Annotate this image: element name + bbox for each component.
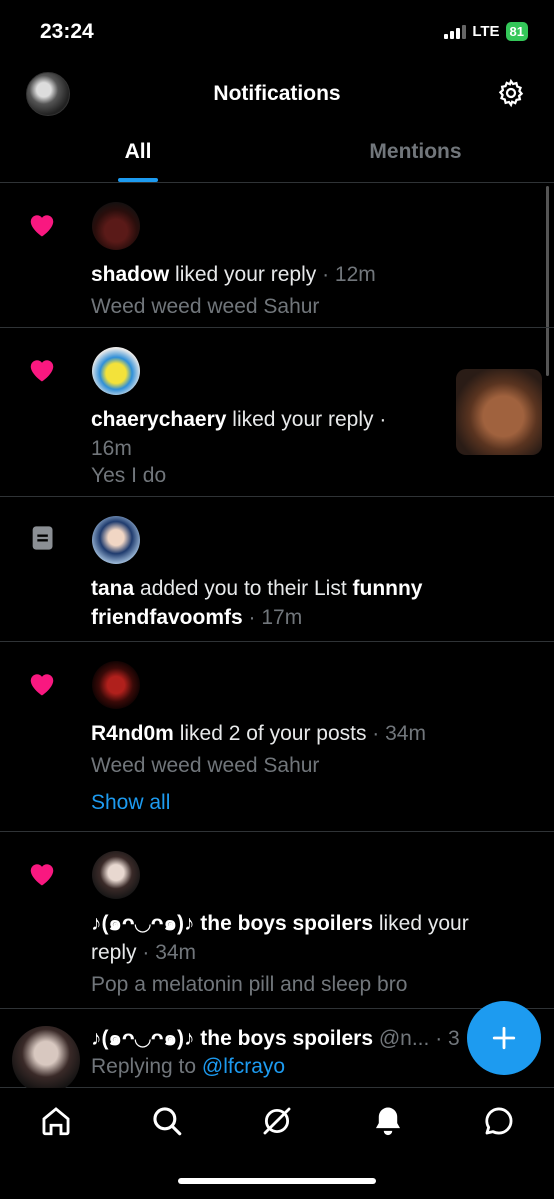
page-title: Notifications	[213, 82, 341, 105]
heart-icon	[30, 215, 54, 237]
home-icon[interactable]	[39, 1104, 73, 1138]
notification-text: shadow liked your reply · 12m	[91, 260, 471, 289]
post-preview: Weed weed weed Sahur	[91, 295, 320, 318]
tab-bar: All Mentions	[0, 126, 554, 183]
action-text: liked your reply ·	[226, 408, 387, 431]
heart-icon	[30, 360, 54, 382]
notification-item[interactable]: R4nd0m liked 2 of your posts · 34m Weed …	[0, 643, 554, 832]
action-text: liked your reply	[169, 263, 317, 286]
plus-icon	[492, 1026, 516, 1050]
notification-text: chaerychaery liked your reply · 16m	[91, 405, 421, 463]
notification-item[interactable]: shadow liked your reply · 12m Weed weed …	[0, 184, 554, 328]
user-name[interactable]: tana	[91, 577, 134, 600]
action-text: added you to their List	[134, 577, 353, 600]
compose-button[interactable]	[467, 1001, 541, 1075]
timestamp: · 12m	[316, 263, 376, 286]
notification-item[interactable]: ♪(๑ᴖ◡ᴖ๑)♪ the boys spoilers liked your re…	[0, 833, 554, 1009]
messages-icon[interactable]	[482, 1104, 516, 1138]
header: Notifications	[0, 60, 554, 126]
tab-mentions[interactable]: Mentions	[277, 140, 554, 164]
bottom-nav	[0, 1088, 554, 1199]
gear-icon[interactable]	[496, 78, 526, 108]
avatar[interactable]	[92, 202, 140, 250]
home-indicator	[178, 1178, 376, 1184]
list-name[interactable]: funnny	[353, 577, 423, 600]
battery-icon: 81	[505, 22, 528, 41]
reply-header: ♪(๑ᴖ◡ᴖ๑)♪ the boys spoilers @n... · 3	[91, 1022, 460, 1055]
user-name[interactable]: chaerychaery	[91, 408, 226, 431]
timestamp: 16m	[91, 437, 132, 460]
user-name[interactable]: ♪(๑ᴖ◡ᴖ๑)♪ the boys spoilers	[91, 1027, 373, 1050]
signal-icon	[444, 24, 467, 39]
timestamp: · 34m	[136, 941, 197, 964]
action-text: liked 2 of your posts	[173, 722, 367, 745]
avatar[interactable]	[92, 851, 140, 899]
notification-item[interactable]: tana added you to their List funnny frien…	[0, 498, 554, 642]
status-indicators: LTE 81	[444, 22, 528, 41]
post-preview: Weed weed weed Sahur	[91, 754, 320, 777]
heart-icon	[30, 674, 54, 696]
avatar[interactable]	[92, 661, 140, 709]
search-icon[interactable]	[150, 1104, 184, 1138]
action-text: reply	[91, 941, 137, 964]
timestamp: · 3	[429, 1027, 460, 1050]
grok-icon[interactable]	[260, 1104, 294, 1138]
avatar[interactable]	[92, 516, 140, 564]
user-name[interactable]: ♪(๑ᴖ◡ᴖ๑)♪ the boys spoilers	[91, 912, 373, 935]
timestamp: · 17m	[242, 606, 303, 629]
status-bar: 23:24 LTE 81	[0, 0, 554, 60]
status-time: 23:24	[40, 20, 94, 43]
active-tab-indicator	[118, 178, 158, 182]
replying-to-handle[interactable]: @lfcrayo	[202, 1055, 285, 1078]
replying-to-label: Replying to	[91, 1055, 202, 1078]
timestamp: · 34m	[366, 722, 426, 745]
list-icon	[32, 526, 53, 550]
user-name[interactable]: R4nd0m	[91, 722, 174, 745]
list-name[interactable]: friendfavoomfs	[91, 606, 243, 629]
network-type: LTE	[472, 23, 500, 40]
show-all-link[interactable]: Show all	[91, 791, 170, 815]
action-text: liked your	[373, 912, 469, 935]
avatar[interactable]	[92, 347, 140, 395]
notification-item[interactable]: chaerychaery liked your reply · 16m Yes I…	[0, 329, 554, 497]
notification-text: R4nd0m liked 2 of your posts · 34m	[91, 719, 541, 748]
notification-text: ♪(๑ᴖ◡ᴖ๑)♪ the boys spoilers liked your re…	[91, 909, 531, 967]
post-preview: Yes I do	[91, 464, 167, 487]
notification-text: tana added you to their List funnny frien…	[91, 574, 531, 632]
media-thumbnail[interactable]	[456, 369, 542, 455]
heart-icon	[30, 864, 54, 886]
replying-to: Replying to @lfcrayo	[91, 1055, 285, 1079]
bell-icon[interactable]	[371, 1104, 405, 1138]
user-name[interactable]: shadow	[91, 263, 169, 286]
user-handle[interactable]: @n...	[373, 1027, 430, 1050]
post-preview: Pop a melatonin pill and sleep bro	[91, 973, 408, 996]
avatar[interactable]	[12, 1026, 80, 1094]
tab-all[interactable]: All	[0, 140, 276, 164]
